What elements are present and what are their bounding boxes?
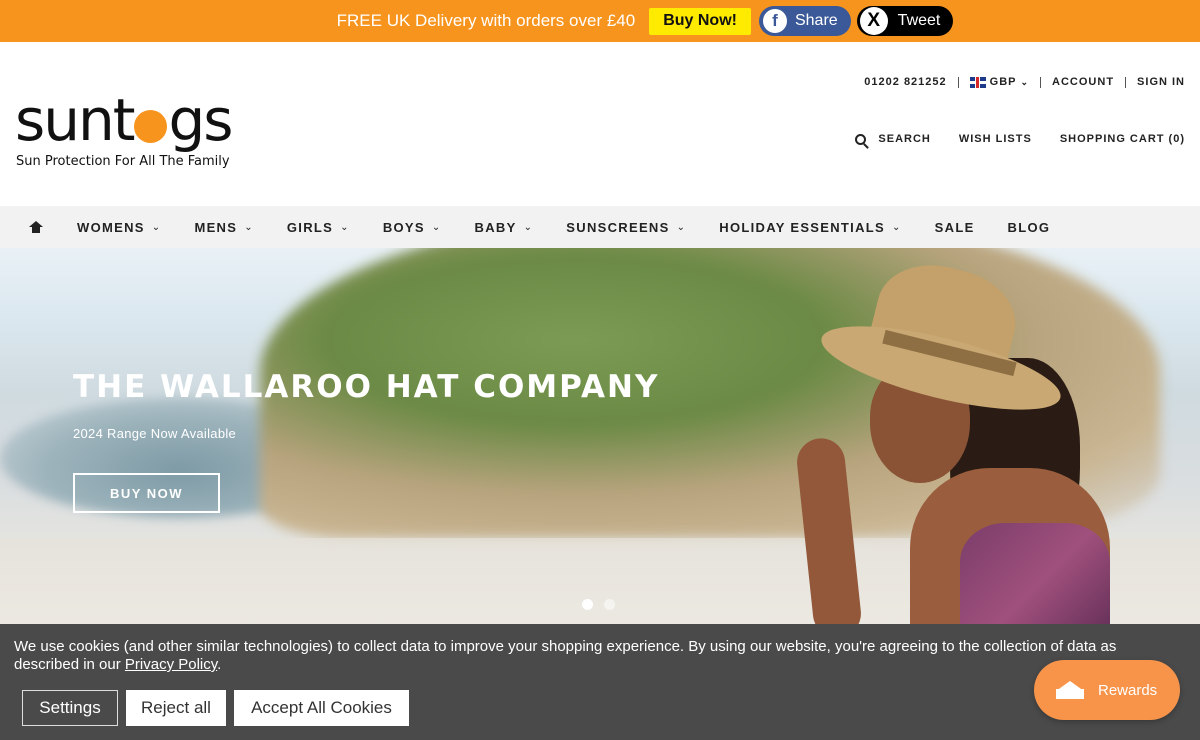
cookie-settings-button[interactable]: Settings [22, 690, 118, 726]
nav-item-blog[interactable]: BLOG [1008, 220, 1051, 235]
hero-title: THE WALLAROO HAT COMPANY [73, 369, 660, 405]
carousel-dot[interactable] [604, 599, 615, 610]
tweet-label: Tweet [897, 12, 941, 29]
tweet-button[interactable]: X Tweet [856, 6, 954, 36]
divider [1125, 76, 1127, 88]
cookie-suffix: . [217, 656, 222, 673]
phone-number[interactable]: 01202 821252 [864, 76, 946, 88]
chevron-down-icon: ⌄ [1020, 76, 1030, 87]
nav-label: WOMENS [77, 219, 145, 235]
nav-item-sunscreens[interactable]: SUNSCREENS ⌄ [566, 220, 686, 235]
account-link[interactable]: ACCOUNT [1052, 76, 1114, 88]
cookie-banner: We use cookies (and other similar techno… [0, 624, 1200, 740]
chevron-down-icon: ⌄ [523, 221, 534, 233]
rewards-label: Rewards [1098, 681, 1158, 699]
nav-label: BABY [474, 219, 517, 235]
nav-label: HOLIDAY ESSENTIALS [719, 219, 885, 235]
utility-bar: 01202 821252 GBP ⌄ ACCOUNT SIGN IN [864, 76, 1185, 88]
nav-item-girls[interactable]: GIRLS ⌄ [287, 220, 350, 235]
nav-label: BOYS [382, 219, 425, 235]
carousel-dot[interactable] [582, 599, 593, 610]
uk-flag-icon [969, 76, 986, 88]
site-logo[interactable]: sunt gs Sun Protection For All The Family [15, 86, 234, 169]
promo-text: FREE UK Delivery with orders over £40 [336, 11, 636, 30]
nav-item-holiday-essentials[interactable]: HOLIDAY ESSENTIALS ⌄ [719, 220, 901, 235]
share-label: Share [794, 12, 838, 29]
nav-label: MENS [194, 219, 238, 235]
nav-item-mens[interactable]: MENS ⌄ [194, 220, 253, 235]
divider [957, 76, 959, 88]
search-label: SEARCH [878, 133, 931, 145]
currency-label: GBP [989, 76, 1017, 88]
promo-buy-button[interactable]: Buy Now! [649, 7, 751, 35]
nav-item-womens[interactable]: WOMENS ⌄ [77, 220, 161, 235]
chevron-down-icon: ⌄ [244, 221, 254, 233]
logo-wordmark: sunt gs [15, 86, 234, 154]
shopping-cart-link[interactable]: SHOPPING CART (0) [1060, 133, 1185, 145]
crown-icon [1056, 681, 1084, 699]
cookie-message: We use cookies (and other similar techno… [14, 638, 1154, 674]
home-icon[interactable] [29, 221, 43, 233]
rewards-button[interactable]: Rewards [1034, 660, 1180, 720]
carousel-dots [582, 599, 626, 610]
hero-model-image [794, 252, 1120, 624]
chevron-down-icon: ⌄ [151, 221, 162, 233]
chevron-down-icon: ⌄ [431, 221, 442, 233]
logo-tagline: Sun Protection For All The Family [16, 154, 230, 169]
hero-buy-now-button[interactable]: BUY NOW [73, 473, 220, 513]
chevron-down-icon: ⌄ [676, 221, 687, 233]
facebook-icon: f [762, 9, 787, 33]
currency-selector[interactable]: GBP ⌄ [969, 76, 1030, 88]
nav-item-sale[interactable]: SALE [935, 220, 975, 235]
wish-lists-link[interactable]: WISH LISTS [959, 133, 1032, 145]
nav-label: SUNSCREENS [566, 219, 670, 235]
nav-item-baby[interactable]: BABY ⌄ [475, 220, 534, 235]
search-icon [855, 133, 867, 145]
nav-label: BLOG [1007, 219, 1051, 235]
x-icon: X [859, 7, 888, 35]
sign-in-link[interactable]: SIGN IN [1137, 76, 1185, 88]
accept-all-cookies-button[interactable]: Accept All Cookies [234, 690, 409, 726]
nav-label: GIRLS [286, 219, 334, 235]
hero-subtitle: 2024 Range Now Available [73, 426, 237, 441]
main-nav: WOMENS ⌄ MENS ⌄ GIRLS ⌄ BOYS ⌄ BABY ⌄ SUNSCRE… [0, 206, 1200, 248]
reject-all-button[interactable]: Reject all [126, 690, 226, 726]
promo-bar: FREE UK Delivery with orders over £40 Bu… [0, 0, 1200, 42]
facebook-share-button[interactable]: f Share [758, 6, 851, 36]
search-link[interactable]: SEARCH [855, 133, 930, 145]
nav-item-boys[interactable]: BOYS ⌄ [383, 220, 442, 235]
divider [1040, 76, 1042, 88]
privacy-policy-link[interactable]: Privacy Policy [125, 656, 217, 673]
chevron-down-icon: ⌄ [340, 221, 350, 233]
nav-label: SALE [934, 219, 975, 235]
chevron-down-icon: ⌄ [891, 221, 902, 233]
header-actions: SEARCH WISH LISTS SHOPPING CART (0) [827, 133, 1185, 145]
